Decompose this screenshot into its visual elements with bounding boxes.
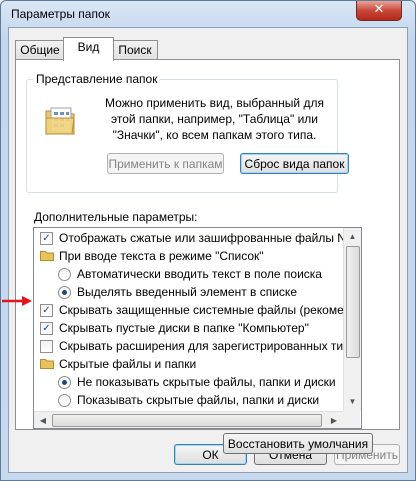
tree-row-label: Скрывать пустые диски в папке "Компьютер… <box>59 321 309 335</box>
tree-row-folder: Скрытые файлы и папки <box>34 355 344 373</box>
annotation-arrow-icon <box>2 296 32 306</box>
tree-row-label: При вводе текста в режиме "Список" <box>59 249 264 263</box>
scroll-down-button[interactable]: ▼ <box>345 394 360 410</box>
tree-row-radio[interactable]: Автоматически вводить текст в поле поиск… <box>34 265 344 283</box>
radio-selected[interactable] <box>58 376 71 389</box>
tree-row-label: Отображать сжатые или зашифрованные файл… <box>59 231 361 245</box>
tree-row-label: Автоматически вводить текст в поле поиск… <box>77 267 322 281</box>
scrollbar-corner <box>343 411 360 428</box>
close-button[interactable]: ✕ <box>356 1 402 21</box>
window-title: Параметры папок <box>11 7 110 21</box>
reset-folders-button[interactable]: Сброс вида папок <box>240 153 349 174</box>
checkbox-checked[interactable]: ✓ <box>40 232 53 245</box>
dialog-client-area: Общие Вид Поиск Представление папок Можн… <box>8 27 408 473</box>
restore-defaults-button[interactable]: Восстановить умолчания <box>223 433 373 454</box>
radio-selected[interactable] <box>58 286 71 299</box>
tab-search[interactable]: Поиск <box>112 40 158 60</box>
advanced-settings-tree[interactable]: ✓ Отображать сжатые или зашифрованные фай… <box>33 227 362 429</box>
tree-row-radio[interactable]: Показывать скрытые файлы, папки и диски <box>34 391 344 409</box>
folder-view-description: Можно применить вид, выбранный для этой … <box>105 96 324 142</box>
apply-to-folders-button[interactable]: Применить к папкам <box>107 153 224 174</box>
tree-row-checkbox[interactable]: ✓ Отображать сжатые или зашифрованные фай… <box>34 229 361 247</box>
tab-view[interactable]: Вид <box>63 37 114 61</box>
checkbox-checked[interactable]: ✓ <box>40 304 53 317</box>
tree-row-label: Скрывать расширения для зарегистрированн… <box>59 339 361 353</box>
tree-row-label: Скрывать защищенные системные файлы (рек… <box>59 303 362 317</box>
tree-row-label: Показывать скрытые файлы, папки и диски <box>77 393 320 407</box>
folder-options-window: Параметры папок ✕ Общие Вид Поиск Предст… <box>0 0 416 481</box>
tree-row-label: Не показывать скрытые файлы, папки и дис… <box>77 375 336 389</box>
view-tab-panel: Представление папок Можно применить вид,… <box>15 59 400 454</box>
advanced-settings-label: Дополнительные параметры: <box>34 210 198 224</box>
scroll-right-button[interactable]: ▶ <box>326 412 342 428</box>
folder-icon <box>40 359 54 369</box>
folder-icon <box>40 251 54 261</box>
checkbox-checked[interactable]: ✓ <box>40 322 53 335</box>
tree-row-label: Выделять введенный элемент в списке <box>77 285 297 299</box>
tree-row-folder: При вводе текста в режиме "Список" <box>34 247 344 265</box>
folder-view-group: Представление папок Можно применить вид,… <box>26 72 349 193</box>
checkbox-unchecked[interactable] <box>40 340 53 353</box>
title-bar: Параметры папок ✕ <box>1 1 415 27</box>
horizontal-scroll-thumb[interactable] <box>52 414 322 427</box>
folder-view-group-title: Представление папок <box>33 72 161 86</box>
tree-row-checkbox[interactable]: Скрывать расширения для зарегистрированн… <box>34 337 361 355</box>
tree-row-radio[interactable]: Не показывать скрытые файлы, папки и дис… <box>34 373 344 391</box>
folder-view-icon <box>45 107 75 135</box>
scroll-up-button[interactable]: ▲ <box>345 229 360 245</box>
vertical-scrollbar[interactable]: ▲ ▼ <box>343 228 361 411</box>
tab-general[interactable]: Общие <box>15 40 65 60</box>
tree-row-radio[interactable]: Выделять введенный элемент в списке <box>34 283 344 301</box>
radio-unselected[interactable] <box>58 268 71 281</box>
scroll-left-button[interactable]: ◀ <box>35 412 51 428</box>
tree-row-checkbox[interactable]: ✓ Скрывать защищенные системные файлы (ре… <box>34 301 361 319</box>
radio-unselected[interactable] <box>58 394 71 407</box>
tree-row-checkbox[interactable]: ✓ Скрывать пустые диски в папке "Компьюте… <box>34 319 344 337</box>
tree-row-label: Скрытые файлы и папки <box>59 357 197 371</box>
horizontal-scrollbar[interactable]: ◀ ▶ <box>34 411 343 428</box>
vertical-scroll-thumb[interactable] <box>346 246 360 358</box>
